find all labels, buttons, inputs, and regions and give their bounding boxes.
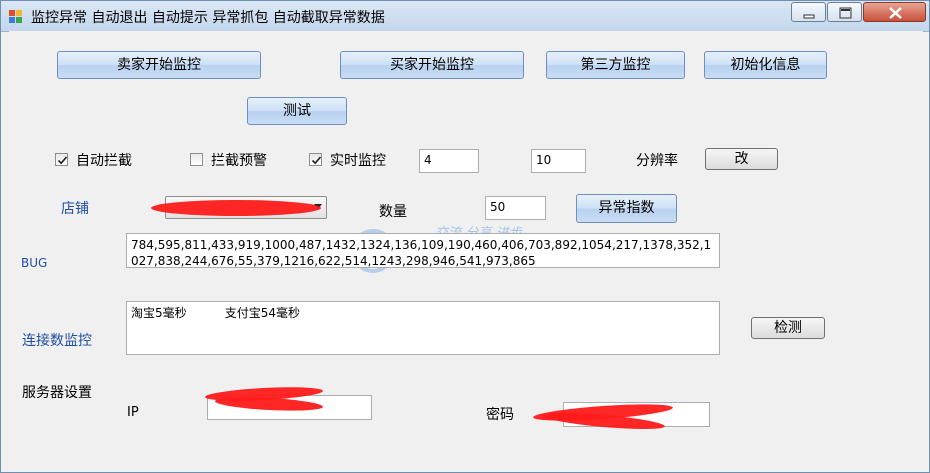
bug-label: BUG (21, 256, 48, 270)
third-party-monitor-label: 第三方监控 (580, 57, 651, 73)
app-icon (9, 10, 22, 23)
resolution-label: 分辨率 (636, 153, 678, 169)
password-label: 密码 (486, 407, 514, 423)
close-icon (889, 7, 902, 19)
intercept-warning-label[interactable]: 拦截预警 (211, 150, 267, 170)
field-b-input[interactable]: 10 (531, 149, 586, 173)
change-label: 改 (734, 151, 749, 167)
change-button[interactable]: 改 (705, 148, 778, 170)
minimize-icon (803, 14, 815, 19)
checkmark-icon (311, 156, 322, 165)
detect-button[interactable]: 检测 (751, 317, 825, 339)
auto-intercept-checkbox[interactable] (55, 153, 68, 166)
buyer-start-monitor-button[interactable]: 买家开始监控 (340, 51, 524, 79)
maximize-icon (839, 7, 852, 19)
main-window: 监控异常 自动退出 自动提示 异常抓包 自动截取异常数据 卖家开始监控 买家开始… (0, 0, 930, 473)
quantity-input[interactable]: 50 (485, 196, 546, 220)
init-info-label: 初始化信息 (730, 57, 801, 73)
test-label: 测试 (283, 103, 311, 119)
ip-label: IP (127, 405, 139, 420)
close-button[interactable] (863, 2, 926, 22)
test-button[interactable]: 测试 (247, 97, 347, 125)
detect-label: 检测 (774, 320, 802, 336)
field-a-input[interactable]: 4 (419, 149, 479, 173)
seller-start-monitor-button[interactable]: 卖家开始监控 (57, 51, 261, 79)
connection-monitor-textbox[interactable]: 淘宝5毫秒 支付宝54毫秒 (126, 301, 720, 355)
title-bar[interactable]: 监控异常 自动退出 自动提示 异常抓包 自动截取异常数据 (1, 1, 929, 32)
server-settings-label: 服务器设置 (22, 385, 92, 401)
auto-intercept-label[interactable]: 自动拦截 (76, 150, 132, 170)
anomaly-index-label: 异常指数 (598, 200, 655, 216)
minimize-button[interactable] (791, 2, 826, 22)
shop-label: 店铺 (61, 201, 89, 217)
third-party-monitor-button[interactable]: 第三方监控 (546, 51, 685, 79)
redaction-mark (151, 200, 321, 216)
bug-textbox[interactable]: 784,595,811,433,919,1000,487,1432,1324,1… (126, 233, 720, 268)
connection-monitor-label: 连接数监控 (22, 333, 92, 349)
checkmark-icon (57, 156, 68, 165)
anomaly-index-button[interactable]: 异常指数 (576, 194, 677, 223)
window-title: 监控异常 自动退出 自动提示 异常抓包 自动截取异常数据 (31, 10, 385, 26)
seller-start-monitor-label: 卖家开始监控 (117, 57, 201, 73)
realtime-monitor-label[interactable]: 实时监控 (330, 150, 386, 170)
init-info-button[interactable]: 初始化信息 (704, 51, 827, 79)
intercept-warning-checkbox[interactable] (190, 153, 203, 166)
maximize-button[interactable] (827, 2, 862, 22)
buyer-start-monitor-label: 买家开始监控 (390, 57, 474, 73)
realtime-monitor-checkbox[interactable] (309, 153, 322, 166)
quantity-label: 数量 (379, 204, 407, 220)
form-client-area: 卖家开始监控 买家开始监控 第三方监控 初始化信息 测试 自动拦截 拦截预警 实… (9, 31, 923, 466)
